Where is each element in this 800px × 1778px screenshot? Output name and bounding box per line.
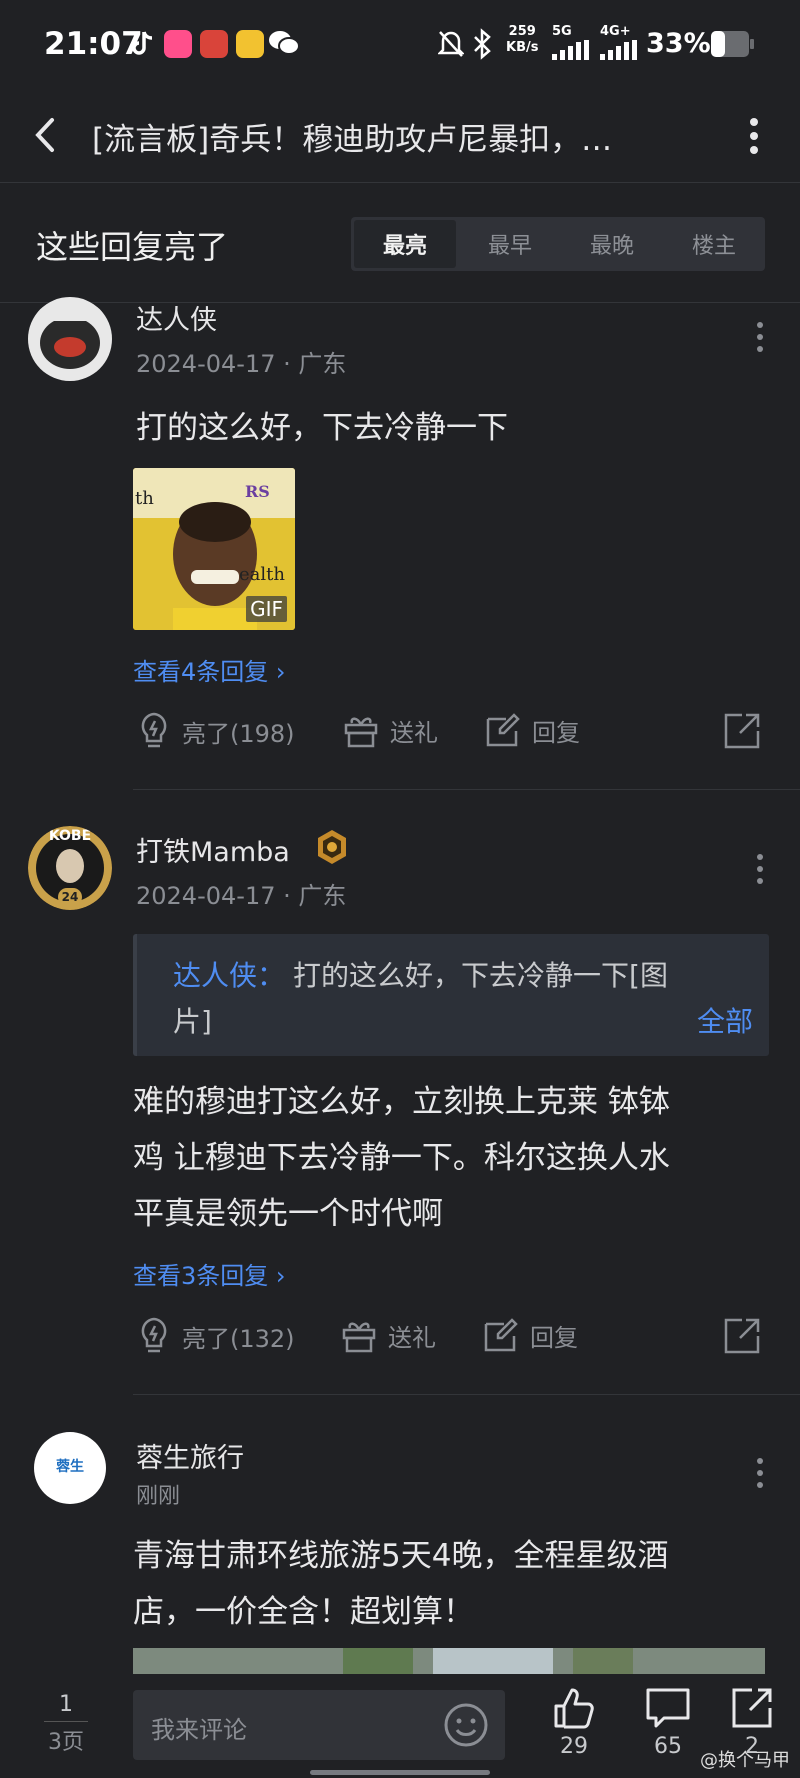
comment-text: 难的穆迪打这么好，立刻换上克莱 钵钵 鸡 让穆迪下去冷静一下。科尔这换人水 平真… — [133, 1084, 670, 1232]
page-title: [流言板]奇兵！穆迪助攻卢尼暴扣，… — [92, 122, 613, 158]
username[interactable]: 打铁Mamba — [136, 830, 290, 869]
emoji-icon — [444, 1703, 488, 1747]
lightbulb-icon — [141, 1317, 167, 1353]
share-icon — [732, 1688, 772, 1728]
comment-more-button[interactable] — [754, 852, 766, 886]
post-like-count: 29 — [560, 1734, 588, 1759]
network-4g-label: 4G+ — [600, 24, 631, 39]
home-indicator[interactable] — [310, 1770, 490, 1775]
comment-input-placeholder: 我来评论 — [151, 1716, 247, 1744]
gift-button[interactable]: 送礼 — [342, 711, 438, 749]
comment-more-button[interactable] — [754, 1456, 766, 1490]
comment-input[interactable]: 我来评论 — [133, 1690, 505, 1760]
gift-label: 送礼 — [390, 718, 438, 747]
avatar[interactable]: 蓉生 — [34, 1432, 106, 1504]
signal-icon-2 — [600, 40, 640, 64]
more-vertical-icon — [757, 854, 763, 884]
post-comment-count: 65 — [654, 1734, 682, 1759]
avatar-text: 蓉生 — [56, 1459, 84, 1475]
watermark: @换个马甲 — [700, 1750, 790, 1771]
like-count: 亮了(132) — [182, 1324, 295, 1353]
chevron-left-icon — [35, 118, 54, 152]
reply-edit-icon — [484, 1318, 518, 1352]
like-count: 亮了(198) — [182, 719, 295, 748]
signal-icon — [552, 40, 592, 64]
tab-brightest[interactable]: 最亮 — [354, 220, 456, 268]
more-vertical-icon — [757, 322, 763, 352]
avatar-number: 24 — [58, 888, 82, 906]
share-button[interactable] — [722, 711, 762, 755]
comment-meta: 刚刚 — [136, 1484, 181, 1509]
mute-icon — [436, 28, 466, 64]
emoji-button[interactable] — [443, 1702, 489, 1752]
gift-icon — [344, 717, 378, 748]
lightbulb-icon — [141, 712, 167, 748]
tiktok-icon — [130, 30, 156, 62]
gif-badge: GIF — [246, 596, 287, 622]
comment-text: 打的这么好，下去冷静一下 — [136, 410, 508, 446]
comment-divider — [133, 1394, 800, 1395]
view-replies-link[interactable]: 查看3条回复 › — [133, 1256, 286, 1291]
avatar-badge-text: KOBE — [48, 828, 92, 844]
reply-button[interactable]: 回复 — [482, 1316, 578, 1354]
reply-edit-icon — [486, 713, 520, 747]
battery-percent: 33% — [646, 28, 711, 59]
comment-meta: 2024-04-17 · 广东 — [136, 350, 347, 378]
section-divider — [0, 302, 800, 303]
share-icon — [724, 713, 760, 749]
comment-text: 青海甘肃环线旅游5天4晚，全程星级酒 店，一价全含！超划算！ — [133, 1538, 669, 1630]
reply-label: 回复 — [532, 718, 580, 747]
page-indicator[interactable]: 1 3页 — [30, 1692, 102, 1756]
avatar[interactable]: KOBE 24 — [28, 826, 112, 910]
like-button[interactable]: 亮了(132) — [136, 1316, 295, 1356]
quoted-comment[interactable]: 达人侠： 打的这么好，下去冷静一下[图 片] 全部 — [133, 934, 769, 1056]
reply-label: 回复 — [530, 1323, 578, 1352]
view-replies-link[interactable]: 查看4条回复 › — [133, 652, 286, 687]
app-icon-yellow — [236, 30, 264, 58]
like-button[interactable]: 亮了(198) — [136, 711, 295, 751]
network-speed: 259 KB/s — [506, 24, 539, 55]
share-button[interactable] — [722, 1316, 762, 1360]
more-vertical-icon — [750, 118, 758, 154]
bluetooth-icon — [472, 28, 492, 64]
gif-image[interactable]: th RS ealth GIF — [133, 468, 295, 630]
username[interactable]: 达人侠 — [136, 298, 217, 337]
status-bar: 21:07 259 KB/s 5G 4G+ 33% — [0, 0, 800, 90]
tab-latest[interactable]: 最晚 — [561, 217, 663, 271]
clock: 21:07 — [44, 26, 143, 62]
wechat-icon — [268, 28, 300, 62]
comment-divider — [133, 789, 800, 790]
tab-op[interactable]: 楼主 — [663, 217, 765, 271]
quote-text-line2: 片] — [173, 1005, 212, 1038]
ad-image[interactable] — [133, 1648, 765, 1674]
sort-tabs: 最亮 最早 最晚 楼主 — [351, 217, 765, 271]
comment-more-button[interactable] — [754, 320, 766, 354]
gift-label: 送礼 — [388, 1323, 436, 1352]
section-title: 这些回复亮了 — [36, 228, 229, 266]
post-comments-button[interactable]: 65 — [640, 1686, 696, 1759]
more-options-button[interactable] — [742, 112, 766, 160]
user-badge-icon — [314, 828, 350, 870]
post-like-button[interactable]: 29 — [548, 1686, 600, 1759]
gift-button[interactable]: 送礼 — [340, 1316, 436, 1354]
quote-text-line1: 打的这么好，下去冷静一下[图 — [293, 959, 668, 992]
battery-icon — [710, 30, 756, 62]
network-5g-label: 5G — [552, 24, 572, 39]
reply-button[interactable]: 回复 — [484, 711, 580, 749]
back-button[interactable] — [30, 112, 70, 160]
comment-meta: 2024-04-17 · 广东 — [136, 882, 347, 910]
tab-earliest[interactable]: 最早 — [459, 217, 561, 271]
app-icon-pink — [164, 30, 192, 58]
quote-expand-link[interactable]: 全部 — [697, 1000, 753, 1040]
avatar[interactable] — [28, 297, 112, 381]
nav-divider — [0, 182, 800, 183]
gift-icon — [342, 1322, 376, 1353]
comment-bubble-icon — [646, 1688, 690, 1728]
more-vertical-icon — [757, 1458, 763, 1488]
quote-username: 达人侠： — [173, 959, 286, 992]
share-icon — [724, 1318, 760, 1354]
thumbs-up-icon — [554, 1688, 594, 1729]
app-icon-red — [200, 30, 228, 58]
username[interactable]: 蓉生旅行 — [136, 1436, 244, 1475]
